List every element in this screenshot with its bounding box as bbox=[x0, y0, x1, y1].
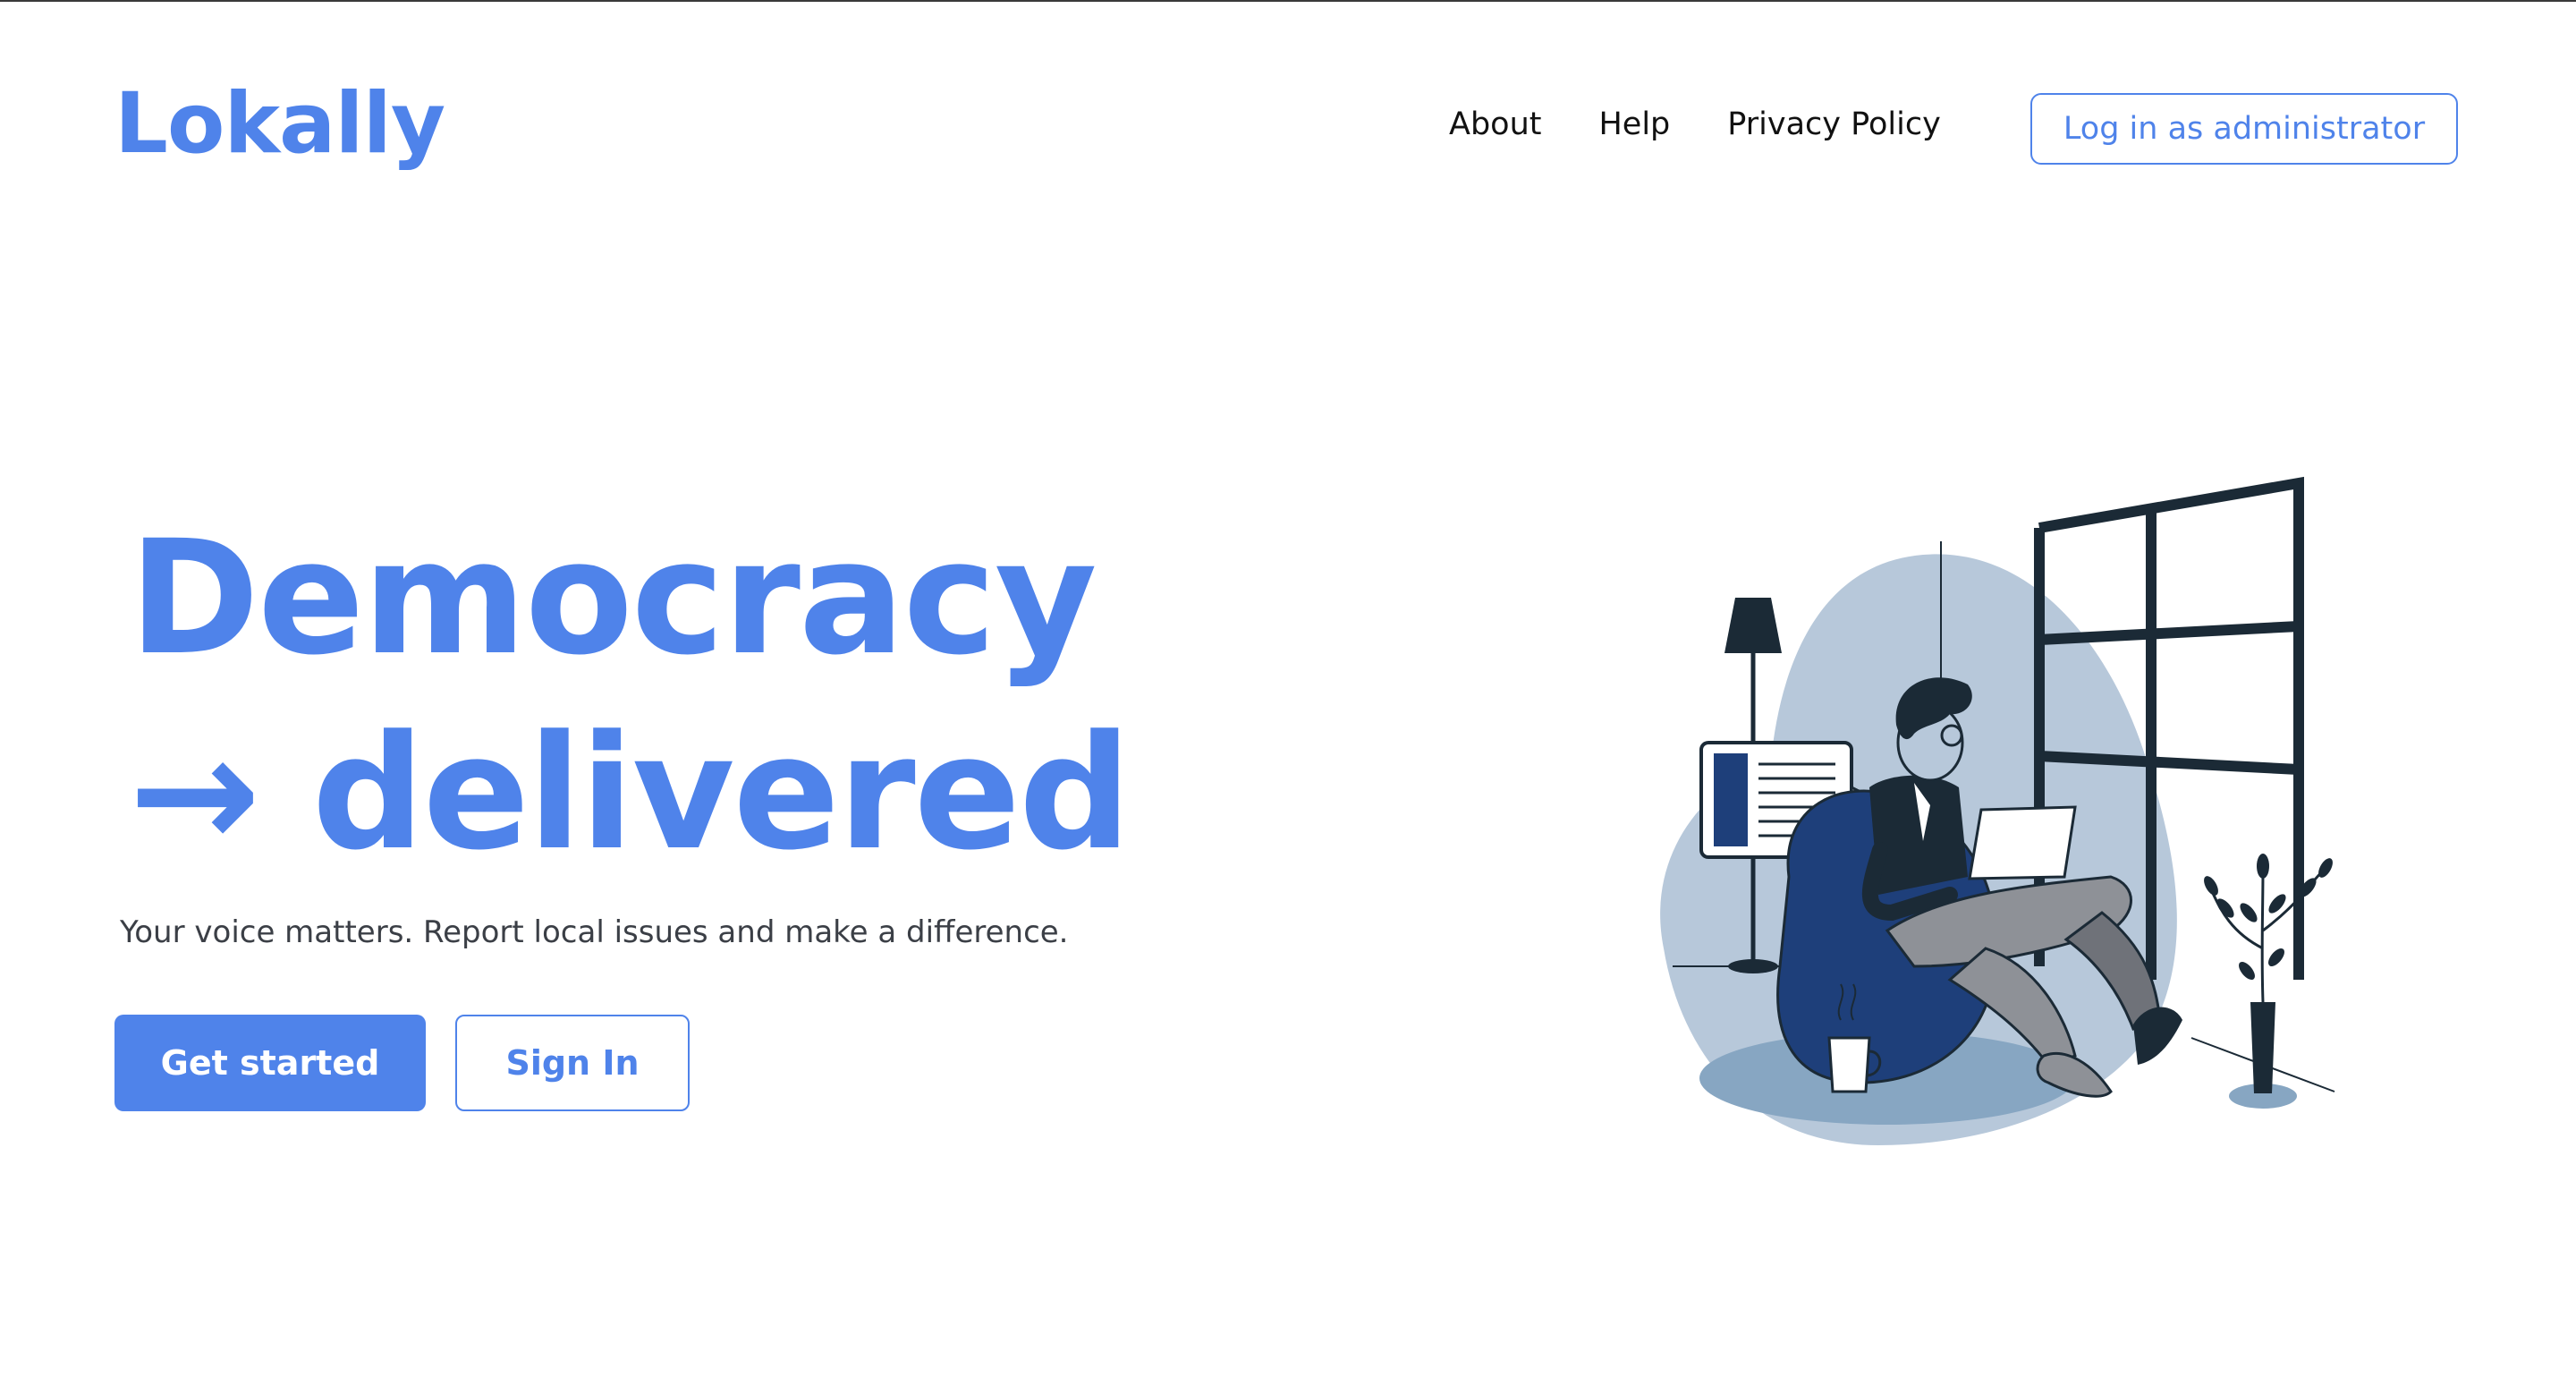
top-nav: About Help Privacy Policy bbox=[1449, 109, 2027, 140]
person-with-laptop-illustration bbox=[1660, 476, 2335, 1145]
admin-login-button[interactable]: Log in as administrator bbox=[2030, 93, 2458, 165]
hero-subtitle: Your voice matters. Report local issues … bbox=[120, 914, 1069, 950]
nav-link-about[interactable]: About bbox=[1449, 109, 1541, 140]
get-started-button[interactable]: Get started bbox=[114, 1015, 426, 1111]
hero-title-line-2: → delivered bbox=[129, 701, 1131, 885]
hero-title: Democracy → delivered bbox=[129, 501, 1131, 891]
nav-link-privacy-policy[interactable]: Privacy Policy bbox=[1727, 109, 1941, 140]
sign-in-button[interactable]: Sign In bbox=[455, 1015, 690, 1111]
hero-title-line-1: Democracy bbox=[129, 506, 1097, 690]
potted-plant bbox=[2204, 854, 2333, 1109]
brand-logo[interactable]: Lokally bbox=[114, 82, 445, 166]
nav-link-help[interactable]: Help bbox=[1598, 109, 1670, 140]
window-top-border bbox=[0, 0, 2576, 2]
